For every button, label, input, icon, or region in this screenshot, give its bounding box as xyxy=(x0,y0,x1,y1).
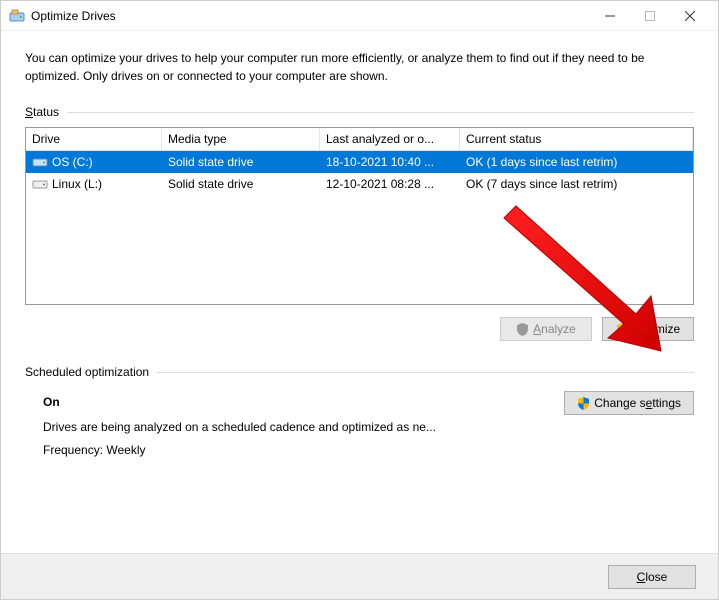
drive-status: OK (1 days since last retrim) xyxy=(460,153,693,171)
schedule-desc: Drives are being analyzed on a scheduled… xyxy=(43,416,436,439)
drives-table[interactable]: Drive Media type Last analyzed or o... C… xyxy=(25,127,694,305)
col-header-drive[interactable]: Drive xyxy=(26,128,162,150)
analyze-label: Analyze xyxy=(533,322,576,336)
schedule-frequency: Frequency: Weekly xyxy=(43,439,436,462)
close-button[interactable]: Close xyxy=(608,565,696,589)
shield-icon xyxy=(577,397,590,410)
drive-icon xyxy=(32,156,48,168)
change-settings-label: Change settings xyxy=(594,396,681,410)
optimize-label: Optimize xyxy=(633,322,680,336)
maximize-button[interactable] xyxy=(630,2,670,30)
bottom-bar: Close xyxy=(1,553,718,599)
drive-last: 12-10-2021 08:28 ... xyxy=(320,175,460,193)
optimize-button[interactable]: Optimize xyxy=(602,317,694,341)
schedule-on: On xyxy=(43,391,436,414)
drive-status: OK (7 days since last retrim) xyxy=(460,175,693,193)
schedule-section-label: Scheduled optimization xyxy=(25,365,694,379)
drive-icon xyxy=(32,178,48,190)
schedule-body: On Drives are being analyzed on a schedu… xyxy=(25,387,694,461)
table-header[interactable]: Drive Media type Last analyzed or o... C… xyxy=(26,128,693,151)
titlebar: Optimize Drives xyxy=(1,1,718,31)
optimize-drives-window: Optimize Drives You can optimize your dr… xyxy=(0,0,719,600)
change-settings-button[interactable]: Change settings xyxy=(564,391,694,415)
close-window-button[interactable] xyxy=(670,2,710,30)
drive-name: Linux (L:) xyxy=(52,177,102,191)
shield-icon xyxy=(616,323,629,336)
content-area: You can optimize your drives to help you… xyxy=(1,31,718,553)
col-header-last[interactable]: Last analyzed or o... xyxy=(320,128,460,150)
col-header-media[interactable]: Media type xyxy=(162,128,320,150)
description-text: You can optimize your drives to help you… xyxy=(25,49,694,85)
table-row[interactable]: Linux (L:) Solid state drive 12-10-2021 … xyxy=(26,173,693,195)
table-row[interactable]: OS (C:) Solid state drive 18-10-2021 10:… xyxy=(26,151,693,173)
drive-last: 18-10-2021 10:40 ... xyxy=(320,153,460,171)
drive-media: Solid state drive xyxy=(162,175,320,193)
minimize-button[interactable] xyxy=(590,2,630,30)
col-header-status[interactable]: Current status xyxy=(460,128,693,150)
drive-name: OS (C:) xyxy=(52,155,93,169)
schedule-info: On Drives are being analyzed on a schedu… xyxy=(43,391,436,461)
app-icon xyxy=(9,8,25,24)
drive-media: Solid state drive xyxy=(162,153,320,171)
table-body: OS (C:) Solid state drive 18-10-2021 10:… xyxy=(26,151,693,195)
window-title: Optimize Drives xyxy=(31,9,590,23)
window-controls xyxy=(590,2,710,30)
shield-icon xyxy=(516,323,529,336)
action-buttons: Analyze Optimize xyxy=(25,317,694,341)
analyze-button: Analyze xyxy=(500,317,592,341)
status-section-label: Status xyxy=(25,105,694,119)
